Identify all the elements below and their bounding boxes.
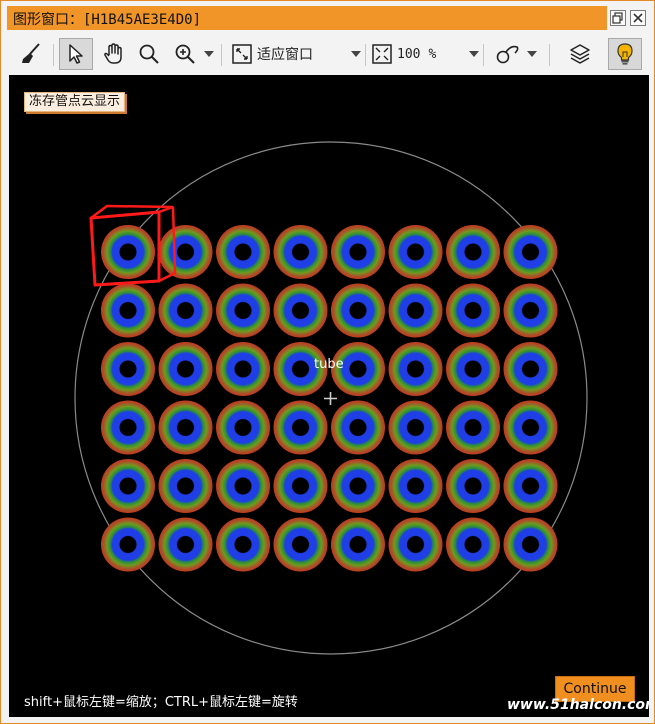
tube-hole bbox=[120, 247, 132, 259]
zoom-level-icon-button[interactable] bbox=[369, 38, 395, 70]
tube-hole bbox=[292, 539, 305, 552]
object-label: tube bbox=[314, 357, 344, 372]
tube-hole bbox=[235, 481, 247, 493]
zoom-level-unit: % bbox=[428, 46, 437, 62]
tube-hole bbox=[120, 422, 132, 435]
tube-hole bbox=[522, 305, 535, 318]
layers-icon bbox=[570, 44, 590, 64]
toolbar-separator bbox=[221, 44, 222, 66]
tube-hole bbox=[120, 364, 132, 376]
tube-hole bbox=[292, 481, 305, 493]
tube-hole bbox=[177, 539, 190, 552]
zoom-level-field[interactable]: 100 % bbox=[397, 38, 467, 70]
watermark-text: www.51halcon.com bbox=[507, 697, 649, 713]
magnifier-icon bbox=[139, 44, 159, 64]
tube-hole bbox=[350, 481, 362, 493]
tube-hole bbox=[235, 364, 247, 376]
tube-hole bbox=[177, 364, 190, 376]
zoom-in-button[interactable] bbox=[169, 38, 201, 70]
tube-hole bbox=[120, 539, 132, 552]
crosshair-icon bbox=[324, 392, 337, 405]
tube-hole bbox=[350, 539, 362, 552]
zoom-dropdown-arrow[interactable] bbox=[204, 51, 214, 57]
toolbar-separator bbox=[483, 44, 484, 66]
hand-icon bbox=[104, 43, 122, 64]
cursor-arrow-icon bbox=[69, 44, 83, 64]
tube-hole bbox=[522, 539, 535, 552]
broom-icon bbox=[22, 43, 40, 63]
fit-dropdown-arrow[interactable] bbox=[351, 51, 361, 57]
zoom-level-dropdown-arrow[interactable] bbox=[469, 51, 479, 57]
layers-button[interactable] bbox=[563, 38, 597, 70]
zoom-level-icon bbox=[372, 44, 392, 64]
fit-window-icon bbox=[232, 44, 252, 64]
tube-hole bbox=[235, 422, 247, 435]
light-bulb-icon bbox=[617, 43, 633, 65]
tube-hole bbox=[407, 422, 420, 435]
close-icon bbox=[633, 13, 643, 23]
tube-hole bbox=[120, 305, 132, 318]
toolbar: 适应窗口 100 % bbox=[1, 35, 654, 73]
tube-hole bbox=[522, 422, 535, 435]
fit-window-icon-button[interactable] bbox=[229, 38, 255, 70]
fit-window-label: 适应窗口 bbox=[257, 47, 313, 63]
toolbar-separator bbox=[365, 44, 366, 66]
restore-button[interactable] bbox=[610, 10, 626, 26]
tube-hole bbox=[465, 305, 477, 318]
tube-hole bbox=[120, 481, 132, 493]
tube-hole bbox=[522, 364, 535, 376]
clear-button[interactable] bbox=[15, 38, 47, 70]
tube-hole bbox=[292, 305, 305, 318]
tube-hole bbox=[407, 305, 420, 318]
draw-shape-icon bbox=[496, 45, 519, 64]
tube-hole bbox=[235, 247, 247, 259]
tube-hole bbox=[465, 422, 477, 435]
tube-hole bbox=[522, 481, 535, 493]
graphics-canvas[interactable]: 冻存管点云显示 tube shift+鼠标左键=缩放；CTRL+鼠标左键=旋转 … bbox=[9, 75, 649, 717]
point-cloud-display-button[interactable]: 冻存管点云显示 bbox=[24, 92, 126, 112]
interaction-hint: shift+鼠标左键=缩放；CTRL+鼠标左键=旋转 bbox=[24, 695, 298, 710]
zoom-level-value: 100 bbox=[397, 46, 421, 62]
tube-hole bbox=[465, 247, 477, 259]
tube-hole bbox=[292, 422, 305, 435]
toolbar-separator bbox=[53, 44, 54, 66]
pan-tool-button[interactable] bbox=[97, 38, 131, 70]
magnify-tool-button[interactable] bbox=[133, 38, 165, 70]
tube-hole bbox=[465, 364, 477, 376]
graphics-window: 图形窗口：[H1B45AE3E4D0] 适应窗口 100 % 冻存管点云显示 t… bbox=[0, 0, 655, 724]
tube-hole bbox=[235, 305, 247, 318]
tube-hole bbox=[292, 364, 305, 376]
tube-hole bbox=[350, 247, 362, 259]
window-title: 图形窗口：[H1B45AE3E4D0] bbox=[13, 12, 202, 28]
title-bar[interactable]: 图形窗口：[H1B45AE3E4D0] bbox=[1, 1, 654, 35]
fit-window-button[interactable]: 适应窗口 bbox=[257, 38, 337, 70]
tube-hole bbox=[350, 422, 362, 435]
select-tool-button[interactable] bbox=[59, 38, 93, 70]
tube-hole bbox=[407, 364, 420, 376]
interaction-mode-dropdown-arrow[interactable] bbox=[527, 51, 537, 57]
tube-hole bbox=[407, 539, 420, 552]
tube-hole bbox=[292, 247, 305, 259]
interaction-mode-button[interactable] bbox=[491, 38, 525, 70]
tube-hole bbox=[522, 247, 535, 259]
tube-hole bbox=[350, 364, 362, 376]
tube-hole bbox=[177, 305, 190, 318]
tube-hole bbox=[465, 481, 477, 493]
tube-hole bbox=[177, 422, 190, 435]
light-bulb-button[interactable] bbox=[608, 38, 642, 70]
tube-hole bbox=[407, 247, 420, 259]
tube-hole bbox=[235, 539, 247, 552]
zoom-in-icon bbox=[175, 44, 195, 64]
close-button[interactable] bbox=[630, 10, 646, 26]
restore-icon bbox=[612, 12, 623, 24]
tube-hole bbox=[465, 539, 477, 552]
tube-hole bbox=[177, 247, 190, 259]
toolbar-separator bbox=[549, 44, 550, 66]
tube-hole bbox=[407, 481, 420, 493]
tube-hole bbox=[350, 305, 362, 318]
tube-hole bbox=[177, 481, 190, 493]
